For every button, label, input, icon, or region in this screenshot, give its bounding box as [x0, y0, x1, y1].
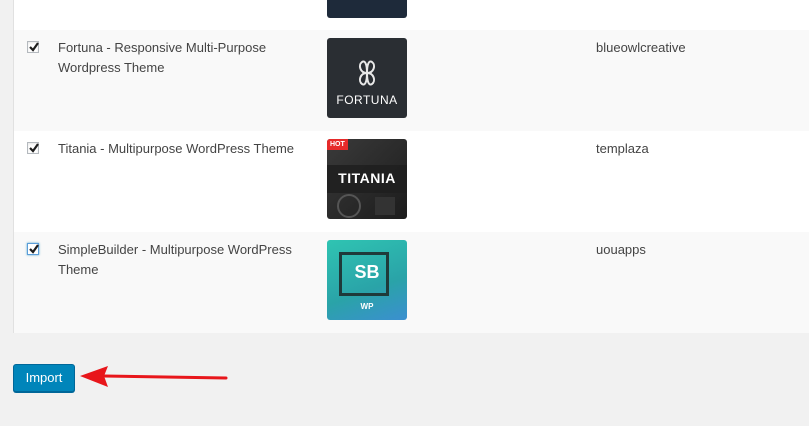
- theme-thumbnail[interactable]: SB WP: [327, 240, 407, 320]
- theme-author: uouapps: [596, 242, 646, 257]
- import-button[interactable]: Import: [13, 364, 75, 392]
- checkmark-icon: [29, 42, 39, 52]
- themes-table: Fortuna - Responsive Multi-Purpose Wordp…: [13, 0, 809, 333]
- thumb-label: FORTUNA: [336, 93, 398, 107]
- theme-checkbox[interactable]: [27, 41, 39, 53]
- checkmark-icon: [29, 244, 39, 254]
- table-row: SimpleBuilder - Multipurpose WordPress T…: [14, 232, 809, 333]
- checkmark-icon: [29, 143, 39, 153]
- theme-thumbnail[interactable]: FORTUNA: [327, 38, 407, 118]
- table-row: Titania - Multipurpose WordPress Theme H…: [14, 131, 809, 232]
- wordpress-icon: [337, 194, 395, 218]
- theme-checkbox[interactable]: [27, 243, 39, 255]
- hot-badge: HOT: [327, 139, 348, 150]
- theme-thumbnail[interactable]: HOT TITANIA: [327, 139, 407, 219]
- theme-title[interactable]: Fortuna - Responsive Multi-Purpose Wordp…: [58, 38, 318, 78]
- theme-checkbox[interactable]: [27, 142, 39, 154]
- theme-author: templaza: [596, 141, 649, 156]
- theme-title[interactable]: Titania - Multipurpose WordPress Theme: [58, 139, 318, 159]
- thumb-label: TITANIA: [338, 170, 396, 186]
- theme-thumbnail-partial: [327, 0, 407, 18]
- theme-author: blueowlcreative: [596, 40, 686, 55]
- table-row: Fortuna - Responsive Multi-Purpose Wordp…: [14, 30, 809, 131]
- theme-title[interactable]: SimpleBuilder - Multipurpose WordPress T…: [58, 240, 318, 280]
- table-row-partial: [14, 0, 809, 30]
- arrow-annotation-icon: [80, 366, 228, 387]
- thumb-label: SB: [354, 262, 380, 282]
- thumb-sublabel: WP: [360, 302, 374, 311]
